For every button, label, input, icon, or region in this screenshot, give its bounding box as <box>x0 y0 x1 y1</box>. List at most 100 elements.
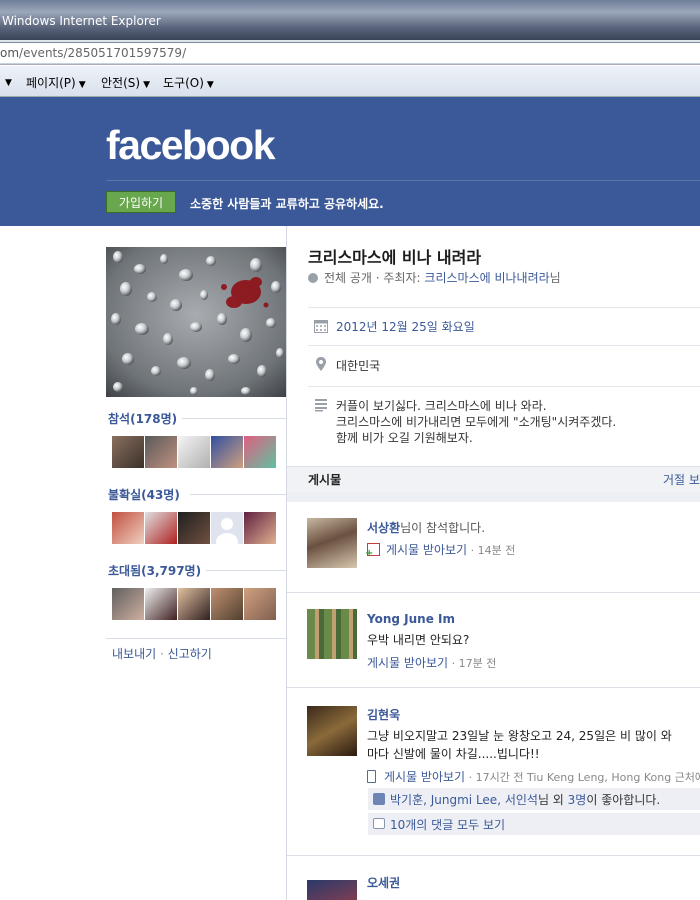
report-link[interactable]: 신고하기 <box>168 647 212 661</box>
export-link[interactable]: 내보내기 <box>112 647 156 661</box>
command-bar: ▼ 페이지(P) ▼ 안전(S) ▼ 도구(O) ▼ <box>0 66 700 97</box>
event-date[interactable]: 2012년 12월 25일 화요일 <box>336 318 475 335</box>
likes-text: 박기훈, Jungmi Lee, 서인석님 외 3명이 좋아합니다. <box>390 791 660 808</box>
address-field[interactable]: om/events/285051701597579/ <box>0 42 700 64</box>
menu-page[interactable]: 페이지(P) ▼ <box>26 74 86 91</box>
chevron-down-icon: ▼ <box>143 80 150 90</box>
post-time: · 14분 전 <box>467 544 516 557</box>
header-divider <box>106 180 700 181</box>
avatar[interactable] <box>178 512 210 544</box>
signup-button[interactable]: 가입하기 <box>106 191 176 213</box>
posts-tab-bar: 게시물 거절 보 <box>287 466 700 493</box>
menu-tools[interactable]: 도구(O) ▼ <box>163 74 214 91</box>
avatar[interactable] <box>145 512 177 544</box>
event-title: 크리스마스에 비나 내려라 <box>308 248 482 267</box>
avatar[interactable] <box>178 588 210 620</box>
post-item: 오세권 <box>287 856 700 900</box>
url-path: /events/285051701597579/ <box>19 46 187 60</box>
comment-icon <box>373 818 385 829</box>
maybe-label[interactable]: 불확실(43명) <box>108 486 180 503</box>
avatar[interactable] <box>307 880 357 900</box>
invited-label[interactable]: 초대됨(3,797명) <box>108 562 201 579</box>
post-item: Yong June Im 우박 내리면 안되요? 게시물 받아보기 · 17분 … <box>287 593 700 687</box>
post-author[interactable]: 서상환 <box>367 521 400 535</box>
url-text[interactable]: om/events/285051701597579/ <box>0 46 186 60</box>
event-meta: 전체 공개 · 주최자: 크리스마스에 비나내려라님 <box>308 269 561 286</box>
likes-names[interactable]: 박기훈, Jungmi Lee, 서인석 <box>390 793 538 807</box>
sidebar-links: 내보내기 · 신고하기 <box>112 645 212 662</box>
avatar[interactable] <box>244 436 276 468</box>
description-line: 함께 비가 오길 기원해보자. <box>336 431 473 445</box>
event-description: 커플이 보기싫다. 크리스마스에 비나 와라. 크리스마스에 비가내리면 모두에… <box>336 398 616 446</box>
menu-page-label: 페이지(P) <box>26 76 76 90</box>
post-text: 우박 내리면 안되요? <box>367 633 470 647</box>
avatar[interactable] <box>145 436 177 468</box>
event-host-suffix: 님 <box>549 271 561 285</box>
follow-post-link[interactable]: 게시물 받아보기 <box>386 543 467 557</box>
calendar-icon <box>314 320 328 333</box>
avatar[interactable] <box>307 518 357 568</box>
avatar[interactable] <box>211 512 243 551</box>
menu-overflow[interactable]: ▼ <box>2 74 12 88</box>
header-tagline: 소중한 사람들과 교류하고 공유하세요. <box>190 197 384 211</box>
menu-tools-label: 도구(O) <box>163 76 204 90</box>
likes-more-link[interactable]: 3명 <box>568 793 587 807</box>
info-divider <box>308 386 700 387</box>
link-separator: · <box>160 647 164 661</box>
avatar[interactable] <box>211 436 243 468</box>
event-privacy: 전체 공개 · 주최자: <box>324 271 425 285</box>
attending-divider <box>182 418 286 419</box>
posts-spacer <box>287 492 700 502</box>
globe-icon <box>308 273 318 283</box>
avatar[interactable] <box>112 512 144 544</box>
description-line: 커플이 보기싫다. 크리스마스에 비나 와라. <box>336 399 547 413</box>
view-all-comments-link[interactable]: 10개의 댓글 모두 보기 <box>390 816 505 833</box>
tab-posts[interactable]: 게시물 <box>308 471 341 488</box>
event-host-link[interactable]: 크리스마스에 비나내려라 <box>424 271 549 285</box>
location-pin-icon <box>316 357 326 371</box>
avatar[interactable] <box>178 436 210 468</box>
event-cover-image[interactable] <box>106 247 286 397</box>
post-meta: + 게시물 받아보기 · 14분 전 <box>365 541 516 559</box>
avatar[interactable] <box>244 588 276 620</box>
avatar[interactable] <box>112 436 144 468</box>
post-item: 서상환님이 참석합니다. + 게시물 받아보기 · 14분 전 <box>287 502 700 592</box>
post-author[interactable]: 김현욱 <box>367 706 400 723</box>
default-avatar-icon <box>216 518 238 551</box>
post-text-line: 그냥 비오지말고 23일날 눈 왕창오고 24, 25일은 비 많이 와 <box>367 729 672 743</box>
post-time: · 17시간 전 Tiu Keng Leng, Hong Kong 근처에 <box>465 771 700 784</box>
thumbs-up-icon <box>373 793 385 805</box>
menu-safety[interactable]: 안전(S) ▼ <box>101 74 150 91</box>
address-bar[interactable]: om/events/285051701597579/ <box>0 40 700 65</box>
follow-post-link[interactable]: 게시물 받아보기 <box>384 770 465 784</box>
avatar[interactable] <box>211 588 243 620</box>
post-meta: 게시물 받아보기 · 17분 전 <box>367 654 496 671</box>
chevron-down-icon: ▼ <box>5 78 12 88</box>
facebook-header: facebook 가입하기 소중한 사람들과 교류하고 공유하세요. <box>0 97 700 226</box>
avatar[interactable] <box>244 512 276 544</box>
post-activity: 님이 참석합니다. <box>400 521 486 535</box>
post-author-line: 서상환님이 참석합니다. <box>367 519 485 536</box>
avatar[interactable] <box>307 706 357 756</box>
post-author[interactable]: 오세권 <box>367 874 400 891</box>
tab-declined[interactable]: 거절 보 <box>663 471 700 488</box>
facebook-logo[interactable]: facebook <box>106 122 276 169</box>
chevron-down-icon: ▼ <box>78 80 86 90</box>
likes-box: 박기훈, Jungmi Lee, 서인석님 외 3명이 좋아합니다. <box>368 788 700 810</box>
post-text: 그냥 비오지말고 23일날 눈 왕창오고 24, 25일은 비 많이 와 마다 … <box>367 727 672 763</box>
avatar[interactable] <box>307 609 357 659</box>
invited-divider <box>206 570 286 571</box>
likes-suffix: 이 좋아합니다. <box>586 793 661 807</box>
follow-post-link[interactable]: 게시물 받아보기 <box>367 656 448 670</box>
description-line: 크리스마스에 비가내리면 모두에게 "소개팅"시켜주겠다. <box>336 415 617 429</box>
post-time: · 17분 전 <box>448 657 497 670</box>
post-author[interactable]: Yong June Im <box>367 612 455 626</box>
likes-mid: 님 외 <box>537 793 568 807</box>
chevron-down-icon: ▼ <box>206 80 214 90</box>
event-location: 대한민국 <box>336 359 381 373</box>
avatar[interactable] <box>112 588 144 620</box>
avatar[interactable] <box>145 588 177 620</box>
window-title: Windows Internet Explorer <box>2 14 161 28</box>
attending-label[interactable]: 참석(178명) <box>108 410 177 427</box>
sidebar-divider <box>106 638 286 639</box>
